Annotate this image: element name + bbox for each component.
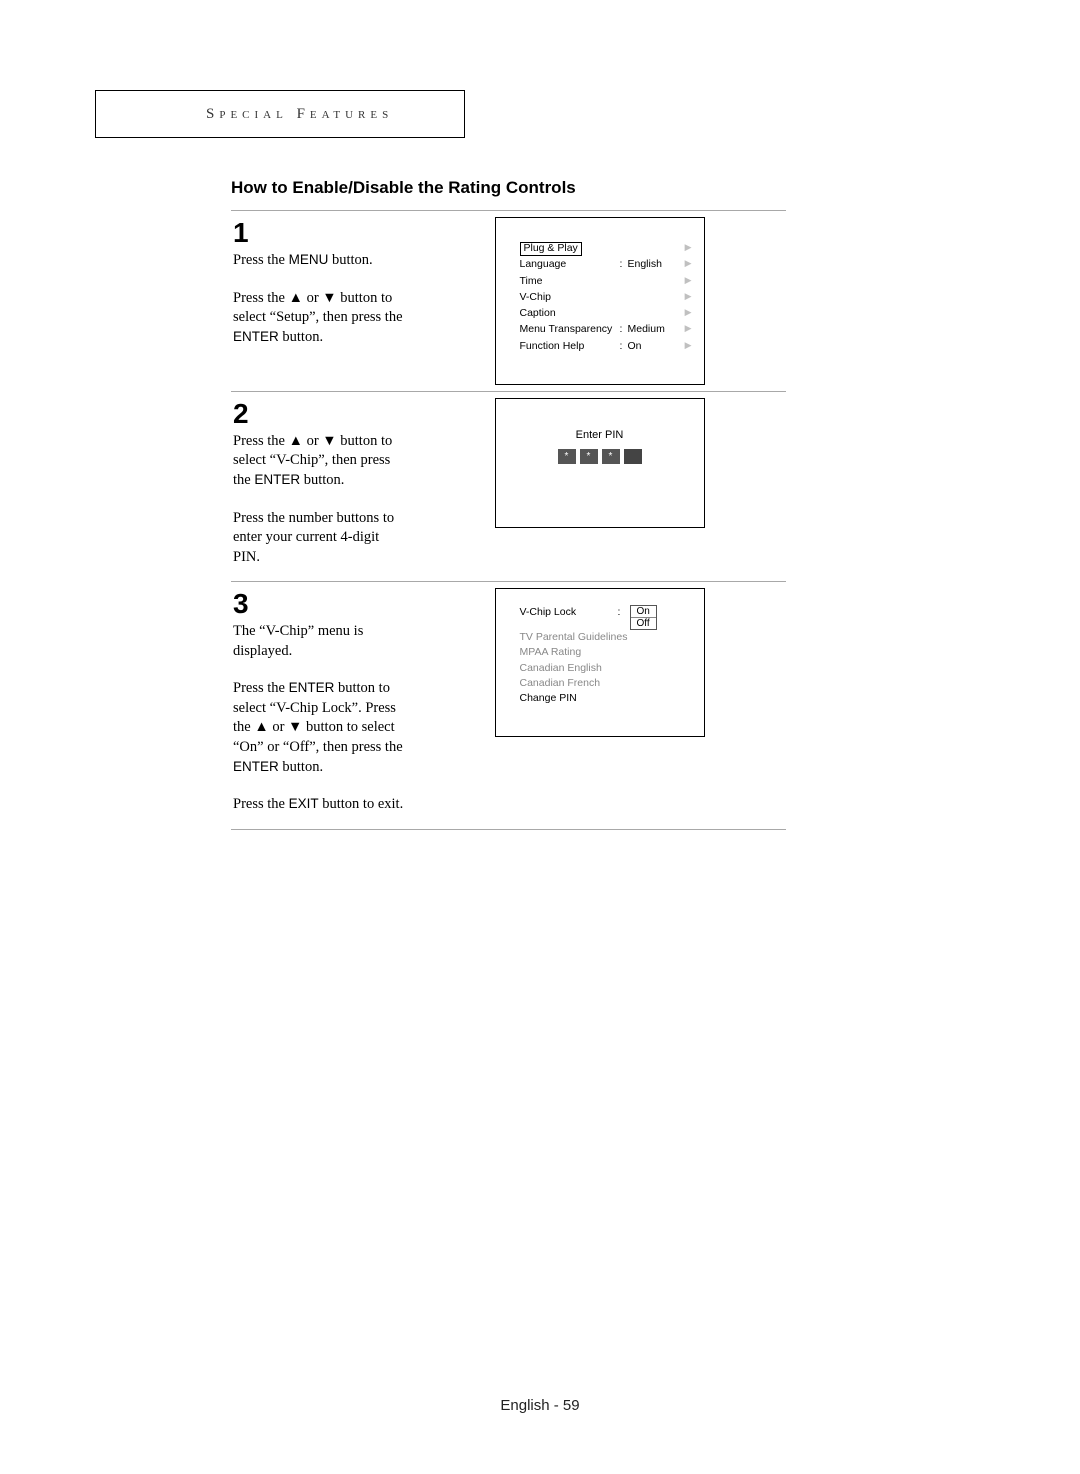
up-arrow-icon: ▲ [289, 290, 303, 306]
section-header-text: Special Features [206, 106, 393, 123]
dropdown-option-off: Off [631, 618, 656, 629]
osd-row: Function Help : On ▶ [520, 338, 694, 354]
osd-item-caption: Caption [520, 305, 620, 321]
step-3-osd: V-Chip Lock : On Off TV Parental Guideli… [413, 582, 786, 743]
osd-row: Language : English ▶ [520, 256, 694, 272]
step-2-para-2: Press the number buttons to enter your c… [233, 509, 407, 568]
step-1-para-1: Press the MENU button. [233, 251, 407, 271]
osd-item-vchip: V-Chip [520, 289, 620, 305]
osd-item-can-fr: Canadian French [520, 676, 694, 691]
step-2-text: 2 Press the ▲ or ▼ button to select “V-C… [231, 392, 413, 581]
pin-digit-3: * [602, 449, 620, 464]
enter-button-label: ENTER [254, 472, 300, 487]
osd-vchip-lock-label: V-Chip Lock [520, 605, 618, 620]
down-arrow-icon: ▼ [322, 290, 336, 306]
enter-button-label: ENTER [233, 329, 279, 344]
step-2-para-1: Press the ▲ or ▼ button to select “V-Chi… [233, 432, 407, 491]
osd-item-time: Time [520, 273, 620, 289]
step-number: 1 [233, 219, 407, 247]
pin-digit-4 [624, 449, 642, 464]
step-3-text: 3 The “V-Chip” menu is displayed. Press … [231, 582, 413, 829]
right-arrow-icon: ▶ [685, 241, 694, 255]
osd-item-change-pin: Change PIN [520, 691, 694, 706]
page-footer: English - 59 [0, 1397, 1080, 1414]
page-title: How to Enable/Disable the Rating Control… [231, 178, 786, 198]
down-arrow-icon: ▼ [288, 719, 302, 735]
step-number: 2 [233, 400, 407, 428]
steps-list: 1 Press the MENU button. Press the ▲ or … [231, 210, 786, 830]
dropdown-option-on: On [631, 606, 656, 618]
step-1-para-2: Press the ▲ or ▼ button to select “Setup… [233, 289, 407, 348]
down-arrow-icon: ▼ [322, 433, 336, 449]
content-area: How to Enable/Disable the Rating Control… [231, 178, 786, 830]
osd-row: Plug & Play ▶ [520, 240, 694, 256]
osd-row: V-Chip ▶ [520, 289, 694, 305]
step-1-text: 1 Press the MENU button. Press the ▲ or … [231, 211, 413, 361]
osd-item-function-help: Function Help [520, 338, 620, 354]
osd-setup-menu: Plug & Play ▶ Language : English ▶ [495, 217, 705, 385]
enter-button-label: ENTER [289, 680, 335, 695]
osd-item-menu-transparency: Menu Transparency [520, 321, 620, 337]
exit-button-label: EXIT [289, 796, 319, 811]
right-arrow-icon: ▶ [685, 322, 694, 336]
step-3-para-1: The “V-Chip” menu is displayed. [233, 622, 407, 661]
up-arrow-icon: ▲ [254, 719, 268, 735]
osd-item-tv-parental: TV Parental Guidelines [520, 630, 694, 645]
osd-row: Time ▶ [520, 273, 694, 289]
step-3-para-3: Press the EXIT button to exit. [233, 795, 407, 815]
osd-item-language: Language [520, 256, 620, 272]
step-1-osd: Plug & Play ▶ Language : English ▶ [413, 211, 786, 391]
right-arrow-icon: ▶ [685, 306, 694, 320]
step-2-osd: Enter PIN * * * [413, 392, 786, 534]
osd-enter-pin: Enter PIN * * * [495, 398, 705, 528]
enter-button-label: ENTER [233, 759, 279, 774]
step-number: 3 [233, 590, 407, 618]
osd-pin-title: Enter PIN [506, 429, 694, 441]
step-2: 2 Press the ▲ or ▼ button to select “V-C… [231, 391, 786, 581]
pin-digit-1: * [558, 449, 576, 464]
step-3-para-2: Press the ENTER button to select “V-Chip… [233, 679, 407, 777]
right-arrow-icon: ▶ [685, 274, 694, 288]
step-1: 1 Press the MENU button. Press the ▲ or … [231, 210, 786, 391]
step-3: 3 The “V-Chip” menu is displayed. Press … [231, 581, 786, 830]
osd-item-mpaa: MPAA Rating [520, 645, 694, 660]
right-arrow-icon: ▶ [685, 339, 694, 353]
osd-item-plug-and-play: Plug & Play [520, 242, 582, 256]
manual-page: Special Features How to Enable/Disable t… [0, 0, 1080, 1474]
section-header-tab: Special Features [95, 90, 465, 138]
osd-pin-boxes: * * * [506, 449, 694, 464]
up-arrow-icon: ▲ [289, 433, 303, 449]
osd-item-can-eng: Canadian English [520, 661, 694, 676]
osd-vchip-lock-row: V-Chip Lock : On Off [520, 605, 694, 630]
pin-digit-2: * [580, 449, 598, 464]
osd-vchip-lock-dropdown: On Off [630, 605, 657, 630]
osd-row: Caption ▶ [520, 305, 694, 321]
osd-row: Menu Transparency : Medium ▶ [520, 321, 694, 337]
menu-button-label: MENU [289, 252, 329, 267]
right-arrow-icon: ▶ [685, 257, 694, 271]
osd-vchip-menu: V-Chip Lock : On Off TV Parental Guideli… [495, 588, 705, 737]
right-arrow-icon: ▶ [685, 290, 694, 304]
